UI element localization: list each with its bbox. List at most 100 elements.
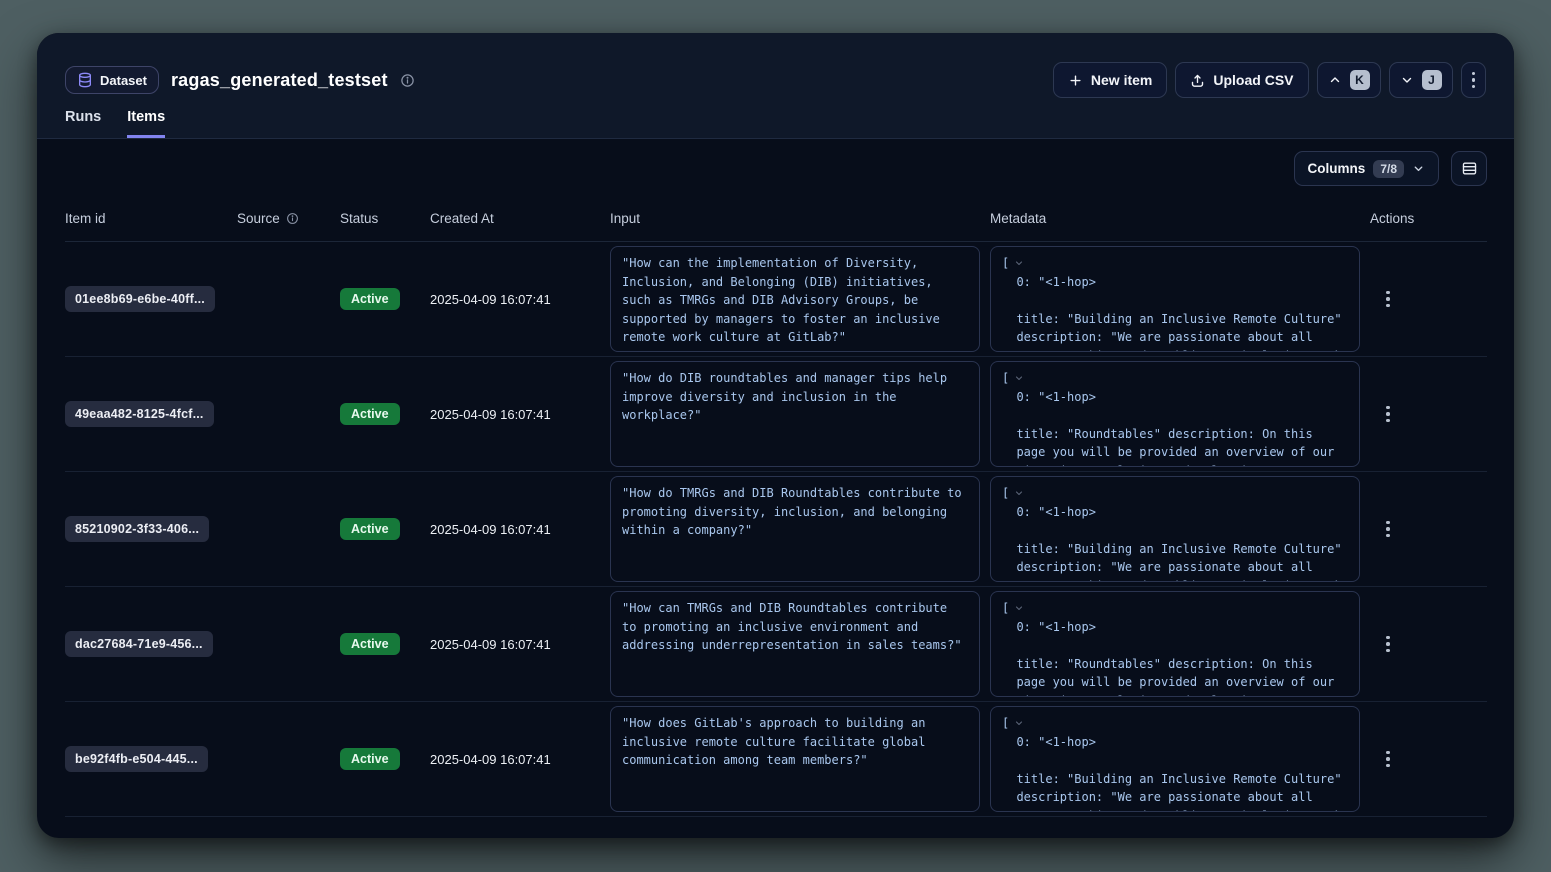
desktop-background: Dataset ragas_generated_testset bbox=[0, 0, 1551, 872]
plus-icon bbox=[1068, 73, 1083, 88]
column-header-created-at[interactable]: Created At bbox=[430, 211, 610, 226]
column-header-source[interactable]: Source bbox=[237, 211, 340, 226]
columns-label: Columns bbox=[1308, 161, 1366, 176]
chevron-down-icon bbox=[1400, 73, 1414, 87]
table-row[interactable]: 85210902-3f33-406... Active 2025-04-09 1… bbox=[65, 472, 1487, 587]
actions-cell bbox=[1370, 513, 1487, 546]
input-cell: "How do DIB roundtables and manager tips… bbox=[610, 361, 990, 467]
tab-items[interactable]: Items bbox=[127, 109, 165, 138]
actions-cell bbox=[1370, 398, 1487, 431]
row-actions-button[interactable] bbox=[1378, 513, 1398, 546]
item-id-cell: 49eaa482-8125-4fcf... bbox=[65, 401, 237, 427]
table-row[interactable]: 01ee8b69-e6be-40ff... Active 2025-04-09 … bbox=[65, 242, 1487, 357]
metadata-cell: [ 0: "<1-hop> title: "Roundtables" descr… bbox=[990, 361, 1370, 467]
row-actions-button[interactable] bbox=[1378, 398, 1398, 431]
status-cell: Active bbox=[340, 518, 430, 540]
upload-csv-label: Upload CSV bbox=[1213, 72, 1293, 88]
input-preview-box[interactable]: "How do TMRGs and DIB Roundtables contri… bbox=[610, 476, 980, 582]
item-id-badge[interactable]: 49eaa482-8125-4fcf... bbox=[65, 401, 214, 427]
input-preview-box[interactable]: "How can TMRGs and DIB Roundtables contr… bbox=[610, 591, 980, 697]
collapse-chevron-icon[interactable] bbox=[1014, 488, 1024, 498]
item-id-cell: be92f4fb-e504-445... bbox=[65, 746, 237, 772]
input-cell: "How do TMRGs and DIB Roundtables contri… bbox=[610, 476, 990, 582]
status-badge: Active bbox=[340, 518, 400, 540]
metadata-cell: [ 0: "<1-hop> title: "Building an Inclus… bbox=[990, 246, 1370, 352]
status-badge: Active bbox=[340, 403, 400, 425]
dataset-badge-label: Dataset bbox=[100, 73, 147, 88]
collapse-chevron-icon[interactable] bbox=[1014, 373, 1024, 383]
input-preview-box[interactable]: "How does GitLab's approach to building … bbox=[610, 706, 980, 812]
row-actions-button[interactable] bbox=[1378, 283, 1398, 316]
created-at-cell: 2025-04-09 16:07:41 bbox=[430, 407, 610, 422]
metadata-preview-box[interactable]: [ 0: "<1-hop> title: "Building an Inclus… bbox=[990, 706, 1360, 812]
new-item-button[interactable]: New item bbox=[1053, 62, 1167, 98]
actions-cell bbox=[1370, 628, 1487, 661]
row-actions-button[interactable] bbox=[1378, 628, 1398, 661]
actions-cell bbox=[1370, 283, 1487, 316]
status-cell: Active bbox=[340, 403, 430, 425]
row-actions-button[interactable] bbox=[1378, 743, 1398, 776]
input-preview-box[interactable]: "How do DIB roundtables and manager tips… bbox=[610, 361, 980, 467]
status-badge: Active bbox=[340, 748, 400, 770]
tab-runs[interactable]: Runs bbox=[65, 109, 101, 138]
column-header-item-id[interactable]: Item id bbox=[65, 211, 237, 226]
item-id-badge[interactable]: be92f4fb-e504-445... bbox=[65, 746, 208, 772]
new-item-label: New item bbox=[1091, 72, 1152, 88]
info-icon bbox=[286, 212, 299, 225]
item-id-cell: 85210902-3f33-406... bbox=[65, 516, 237, 542]
column-header-metadata[interactable]: Metadata bbox=[990, 211, 1370, 226]
kebab-menu-icon bbox=[1472, 72, 1476, 89]
created-at-cell: 2025-04-09 16:07:41 bbox=[430, 752, 610, 767]
column-header-status[interactable]: Status bbox=[340, 211, 430, 226]
info-icon[interactable] bbox=[400, 73, 415, 88]
status-cell: Active bbox=[340, 748, 430, 770]
item-id-badge[interactable]: dac27684-71e9-456... bbox=[65, 631, 213, 657]
table-row[interactable]: dac27684-71e9-456... Active 2025-04-09 1… bbox=[65, 587, 1487, 702]
status-cell: Active bbox=[340, 633, 430, 655]
item-id-badge[interactable]: 85210902-3f33-406... bbox=[65, 516, 209, 542]
column-header-actions: Actions bbox=[1370, 211, 1487, 226]
column-header-input[interactable]: Input bbox=[610, 211, 990, 226]
metadata-preview-box[interactable]: [ 0: "<1-hop> title: "Roundtables" descr… bbox=[990, 361, 1360, 467]
columns-button[interactable]: Columns 7/8 bbox=[1294, 151, 1439, 186]
metadata-cell: [ 0: "<1-hop> title: "Building an Inclus… bbox=[990, 706, 1370, 812]
more-options-button[interactable] bbox=[1461, 62, 1487, 98]
status-badge: Active bbox=[340, 633, 400, 655]
items-table: Item id Source Status Created At Input M… bbox=[65, 196, 1487, 817]
item-id-badge[interactable]: 01ee8b69-e6be-40ff... bbox=[65, 286, 215, 312]
upload-csv-button[interactable]: Upload CSV bbox=[1175, 62, 1308, 98]
item-id-cell: 01ee8b69-e6be-40ff... bbox=[65, 286, 237, 312]
input-cell: "How does GitLab's approach to building … bbox=[610, 706, 990, 812]
metadata-preview-box[interactable]: [ 0: "<1-hop> title: "Building an Inclus… bbox=[990, 246, 1360, 352]
status-badge: Active bbox=[340, 288, 400, 310]
chevron-down-icon bbox=[1412, 162, 1425, 175]
table-row[interactable]: 49eaa482-8125-4fcf... Active 2025-04-09 … bbox=[65, 357, 1487, 472]
created-at-cell: 2025-04-09 16:07:41 bbox=[430, 522, 610, 537]
chevron-up-icon bbox=[1328, 73, 1342, 87]
status-cell: Active bbox=[340, 288, 430, 310]
metadata-preview-box[interactable]: [ 0: "<1-hop> title: "Roundtables" descr… bbox=[990, 591, 1360, 697]
collapse-chevron-icon[interactable] bbox=[1014, 603, 1024, 613]
row-height-button[interactable] bbox=[1451, 151, 1487, 186]
dataset-type-badge: Dataset bbox=[65, 66, 159, 94]
columns-count-badge: 7/8 bbox=[1373, 160, 1404, 178]
input-cell: "How can the implementation of Diversity… bbox=[610, 246, 990, 352]
input-preview-box[interactable]: "How can the implementation of Diversity… bbox=[610, 246, 980, 352]
upload-icon bbox=[1190, 73, 1205, 88]
collapse-chevron-icon[interactable] bbox=[1014, 718, 1024, 728]
metadata-preview-box[interactable]: [ 0: "<1-hop> title: "Building an Inclus… bbox=[990, 476, 1360, 582]
item-id-cell: dac27684-71e9-456... bbox=[65, 631, 237, 657]
app-window: Dataset ragas_generated_testset bbox=[37, 33, 1514, 838]
metadata-cell: [ 0: "<1-hop> title: "Roundtables" descr… bbox=[990, 591, 1370, 697]
table-row[interactable]: be92f4fb-e504-445... Active 2025-04-09 1… bbox=[65, 702, 1487, 817]
metadata-cell: [ 0: "<1-hop> title: "Building an Inclus… bbox=[990, 476, 1370, 582]
table-header-row: Item id Source Status Created At Input M… bbox=[65, 196, 1487, 242]
previous-item-button[interactable]: K bbox=[1317, 62, 1381, 98]
collapse-chevron-icon[interactable] bbox=[1014, 258, 1024, 268]
shortcut-key-j: J bbox=[1422, 70, 1442, 90]
input-cell: "How can TMRGs and DIB Roundtables contr… bbox=[610, 591, 990, 697]
created-at-cell: 2025-04-09 16:07:41 bbox=[430, 637, 610, 652]
table-toolbar: Columns 7/8 bbox=[65, 151, 1487, 186]
tab-bar: Runs Items bbox=[65, 109, 1486, 138]
next-item-button[interactable]: J bbox=[1389, 62, 1453, 98]
